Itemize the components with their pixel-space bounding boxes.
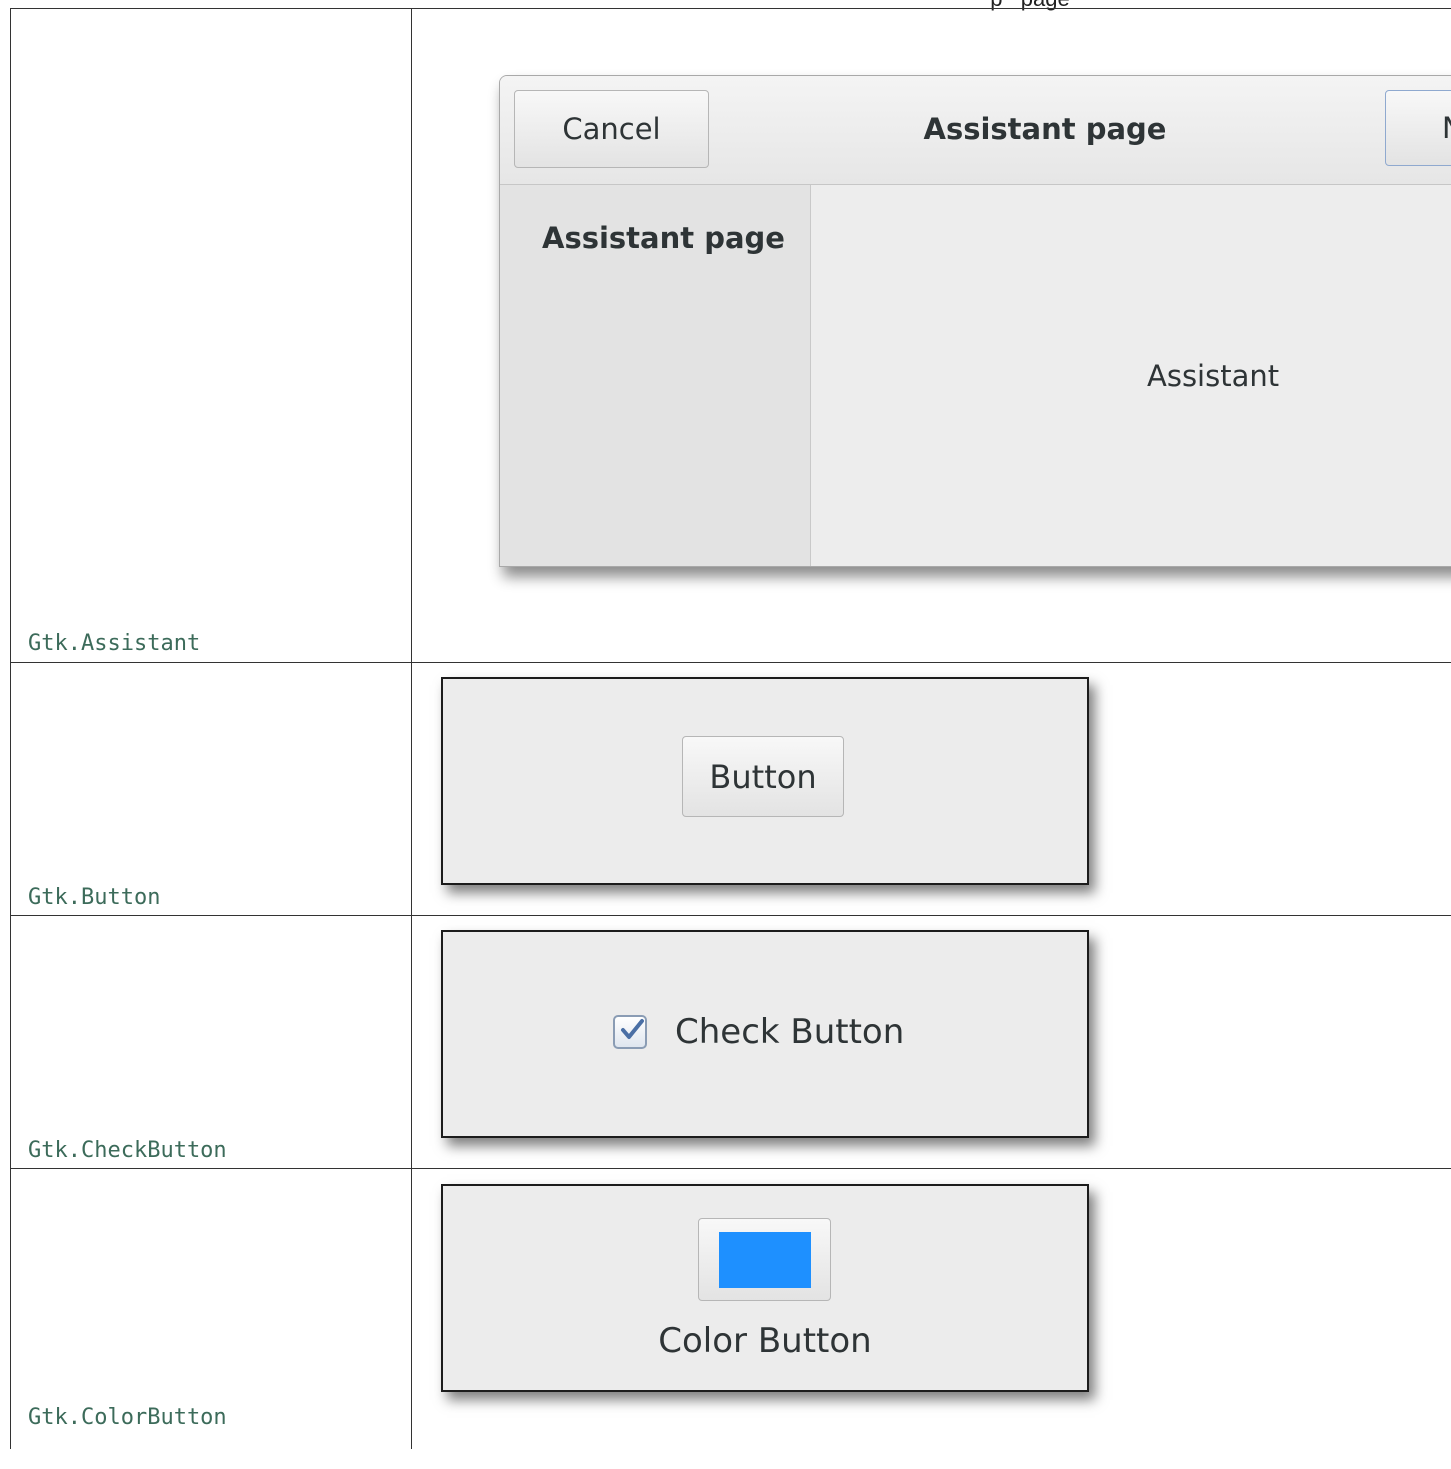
widget-gallery-table: Gtk.Assistant Gtk.Button Gtk.CheckButton… (10, 8, 1451, 1449)
cancel-button[interactable]: Cancel (514, 90, 709, 168)
assistant-content-label: Assistant (1147, 359, 1280, 393)
checkbutton-demo-window: Check Button (441, 930, 1089, 1138)
sidebar-page-label: Assistant page (542, 221, 785, 255)
next-button[interactable]: N (1385, 90, 1451, 166)
color-button[interactable] (698, 1218, 831, 1301)
button-demo-window: Button (441, 677, 1089, 885)
assistant-dialog: Cancel Assistant page N Assistant page A… (499, 75, 1451, 567)
checkbox-checked-icon[interactable] (613, 1015, 647, 1049)
check-button-label: Check Button (675, 1012, 905, 1052)
check-button[interactable]: Check Button (613, 1012, 904, 1052)
color-button-label: Color Button (658, 1321, 872, 1361)
widget-name-label: Gtk.Assistant (28, 631, 201, 656)
widget-name-label: Gtk.CheckButton (28, 1138, 227, 1163)
assistant-sidebar: Assistant page (500, 185, 811, 566)
demo-button[interactable]: Button (682, 736, 844, 817)
color-swatch (718, 1231, 811, 1288)
colorbutton-demo-window: Color Button (441, 1184, 1089, 1392)
assistant-content: Assistant (811, 185, 1451, 566)
assistant-headerbar: Cancel Assistant page N (500, 76, 1451, 185)
widget-name-label: Gtk.ColorButton (28, 1405, 227, 1430)
widget-name-label: Gtk.Button (28, 885, 161, 910)
assistant-title: Assistant page (923, 112, 1167, 146)
